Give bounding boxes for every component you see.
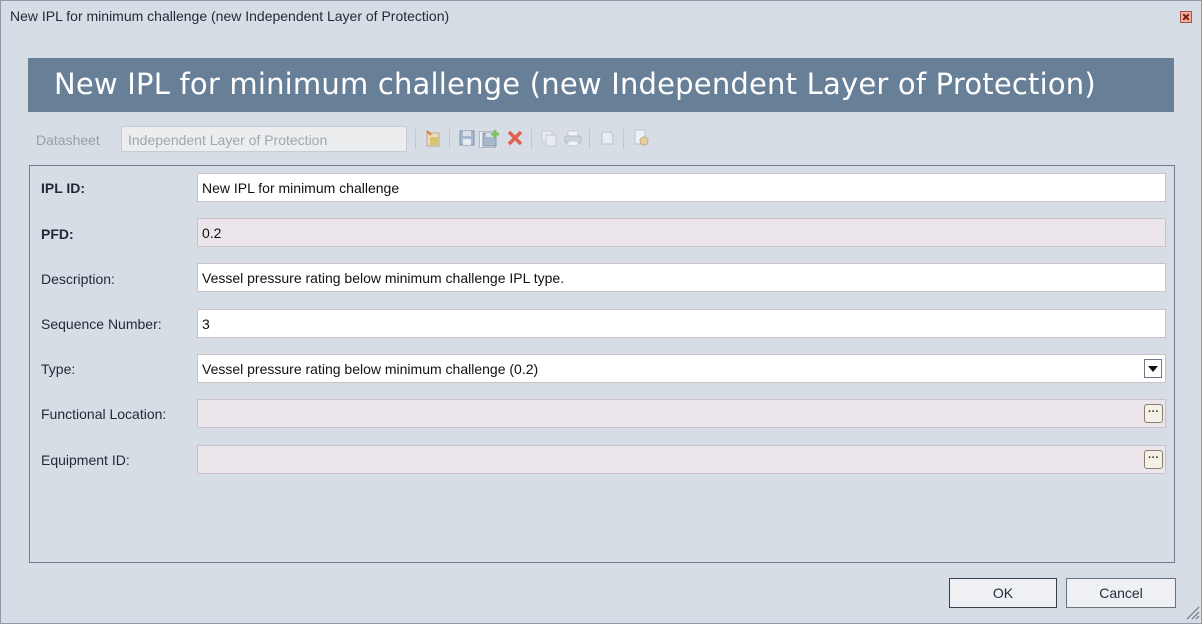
equipment-id-label: Equipment ID: <box>41 452 130 468</box>
attachment-icon[interactable] <box>597 128 617 148</box>
description-field[interactable]: Vessel pressure rating below minimum cha… <box>197 263 1166 292</box>
sequence-number-label: Sequence Number: <box>41 316 162 332</box>
save-icon[interactable] <box>457 128 477 148</box>
more-options-icon[interactable]: ··· <box>1144 450 1163 469</box>
toolbar-separator <box>449 129 450 149</box>
datasheet-select-value: Independent Layer of Protection <box>128 132 328 148</box>
view-icon[interactable] <box>631 128 651 148</box>
chevron-down-icon[interactable] <box>1144 359 1162 378</box>
ipl-id-label: IPL ID: <box>41 180 86 196</box>
copy-icon[interactable] <box>539 128 559 148</box>
toolbar-separator <box>623 129 624 149</box>
sequence-number-field[interactable]: 3 <box>197 309 1166 338</box>
ok-button[interactable]: OK <box>949 578 1057 608</box>
functional-location-field[interactable]: ··· <box>197 399 1166 428</box>
ipl-id-field[interactable]: New IPL for minimum challenge <box>197 173 1166 202</box>
equipment-id-field[interactable]: ··· <box>197 445 1166 474</box>
new-record-icon[interactable] <box>423 128 443 148</box>
resize-grip-icon[interactable] <box>1181 601 1201 621</box>
datasheet-label: Datasheet <box>36 132 100 148</box>
pfd-field[interactable]: 0.2 <box>197 218 1166 247</box>
close-icon[interactable] <box>1180 11 1192 23</box>
toolbar-separator <box>589 129 590 149</box>
datasheet-select[interactable]: Independent Layer of Protection <box>121 126 496 152</box>
functional-location-label: Functional Location: <box>41 406 167 422</box>
pfd-label: PFD: <box>41 226 74 242</box>
ipl-dialog: New IPL for minimum challenge (new Indep… <box>0 0 1202 624</box>
type-value: Vessel pressure rating below minimum cha… <box>202 361 539 377</box>
delete-icon[interactable] <box>505 128 525 148</box>
toolbar: Datasheet Independent Layer of Protectio… <box>30 125 1170 155</box>
window-title: New IPL for minimum challenge (new Indep… <box>10 8 450 24</box>
page-title: New IPL for minimum challenge (new Indep… <box>54 67 1096 101</box>
form-panel: IPL ID: New IPL for minimum challenge PF… <box>29 165 1175 563</box>
toolbar-separator <box>531 129 532 149</box>
more-options-icon[interactable]: ··· <box>1144 404 1163 423</box>
description-label: Description: <box>41 271 115 287</box>
ipl-id-value: New IPL for minimum challenge <box>202 180 400 196</box>
toolbar-separator <box>415 129 416 149</box>
save-and-new-icon[interactable] <box>481 128 501 148</box>
cancel-button[interactable]: Cancel <box>1066 578 1176 608</box>
description-value: Vessel pressure rating below minimum cha… <box>202 270 565 286</box>
print-icon[interactable] <box>563 128 583 148</box>
sequence-number-value: 3 <box>202 316 210 332</box>
title-bar[interactable]: New IPL for minimum challenge (new Indep… <box>1 1 1201 31</box>
pfd-value: 0.2 <box>202 225 222 241</box>
type-select[interactable]: Vessel pressure rating below minimum cha… <box>197 354 1166 383</box>
page-header: New IPL for minimum challenge (new Indep… <box>28 58 1174 112</box>
type-label: Type: <box>41 361 76 377</box>
